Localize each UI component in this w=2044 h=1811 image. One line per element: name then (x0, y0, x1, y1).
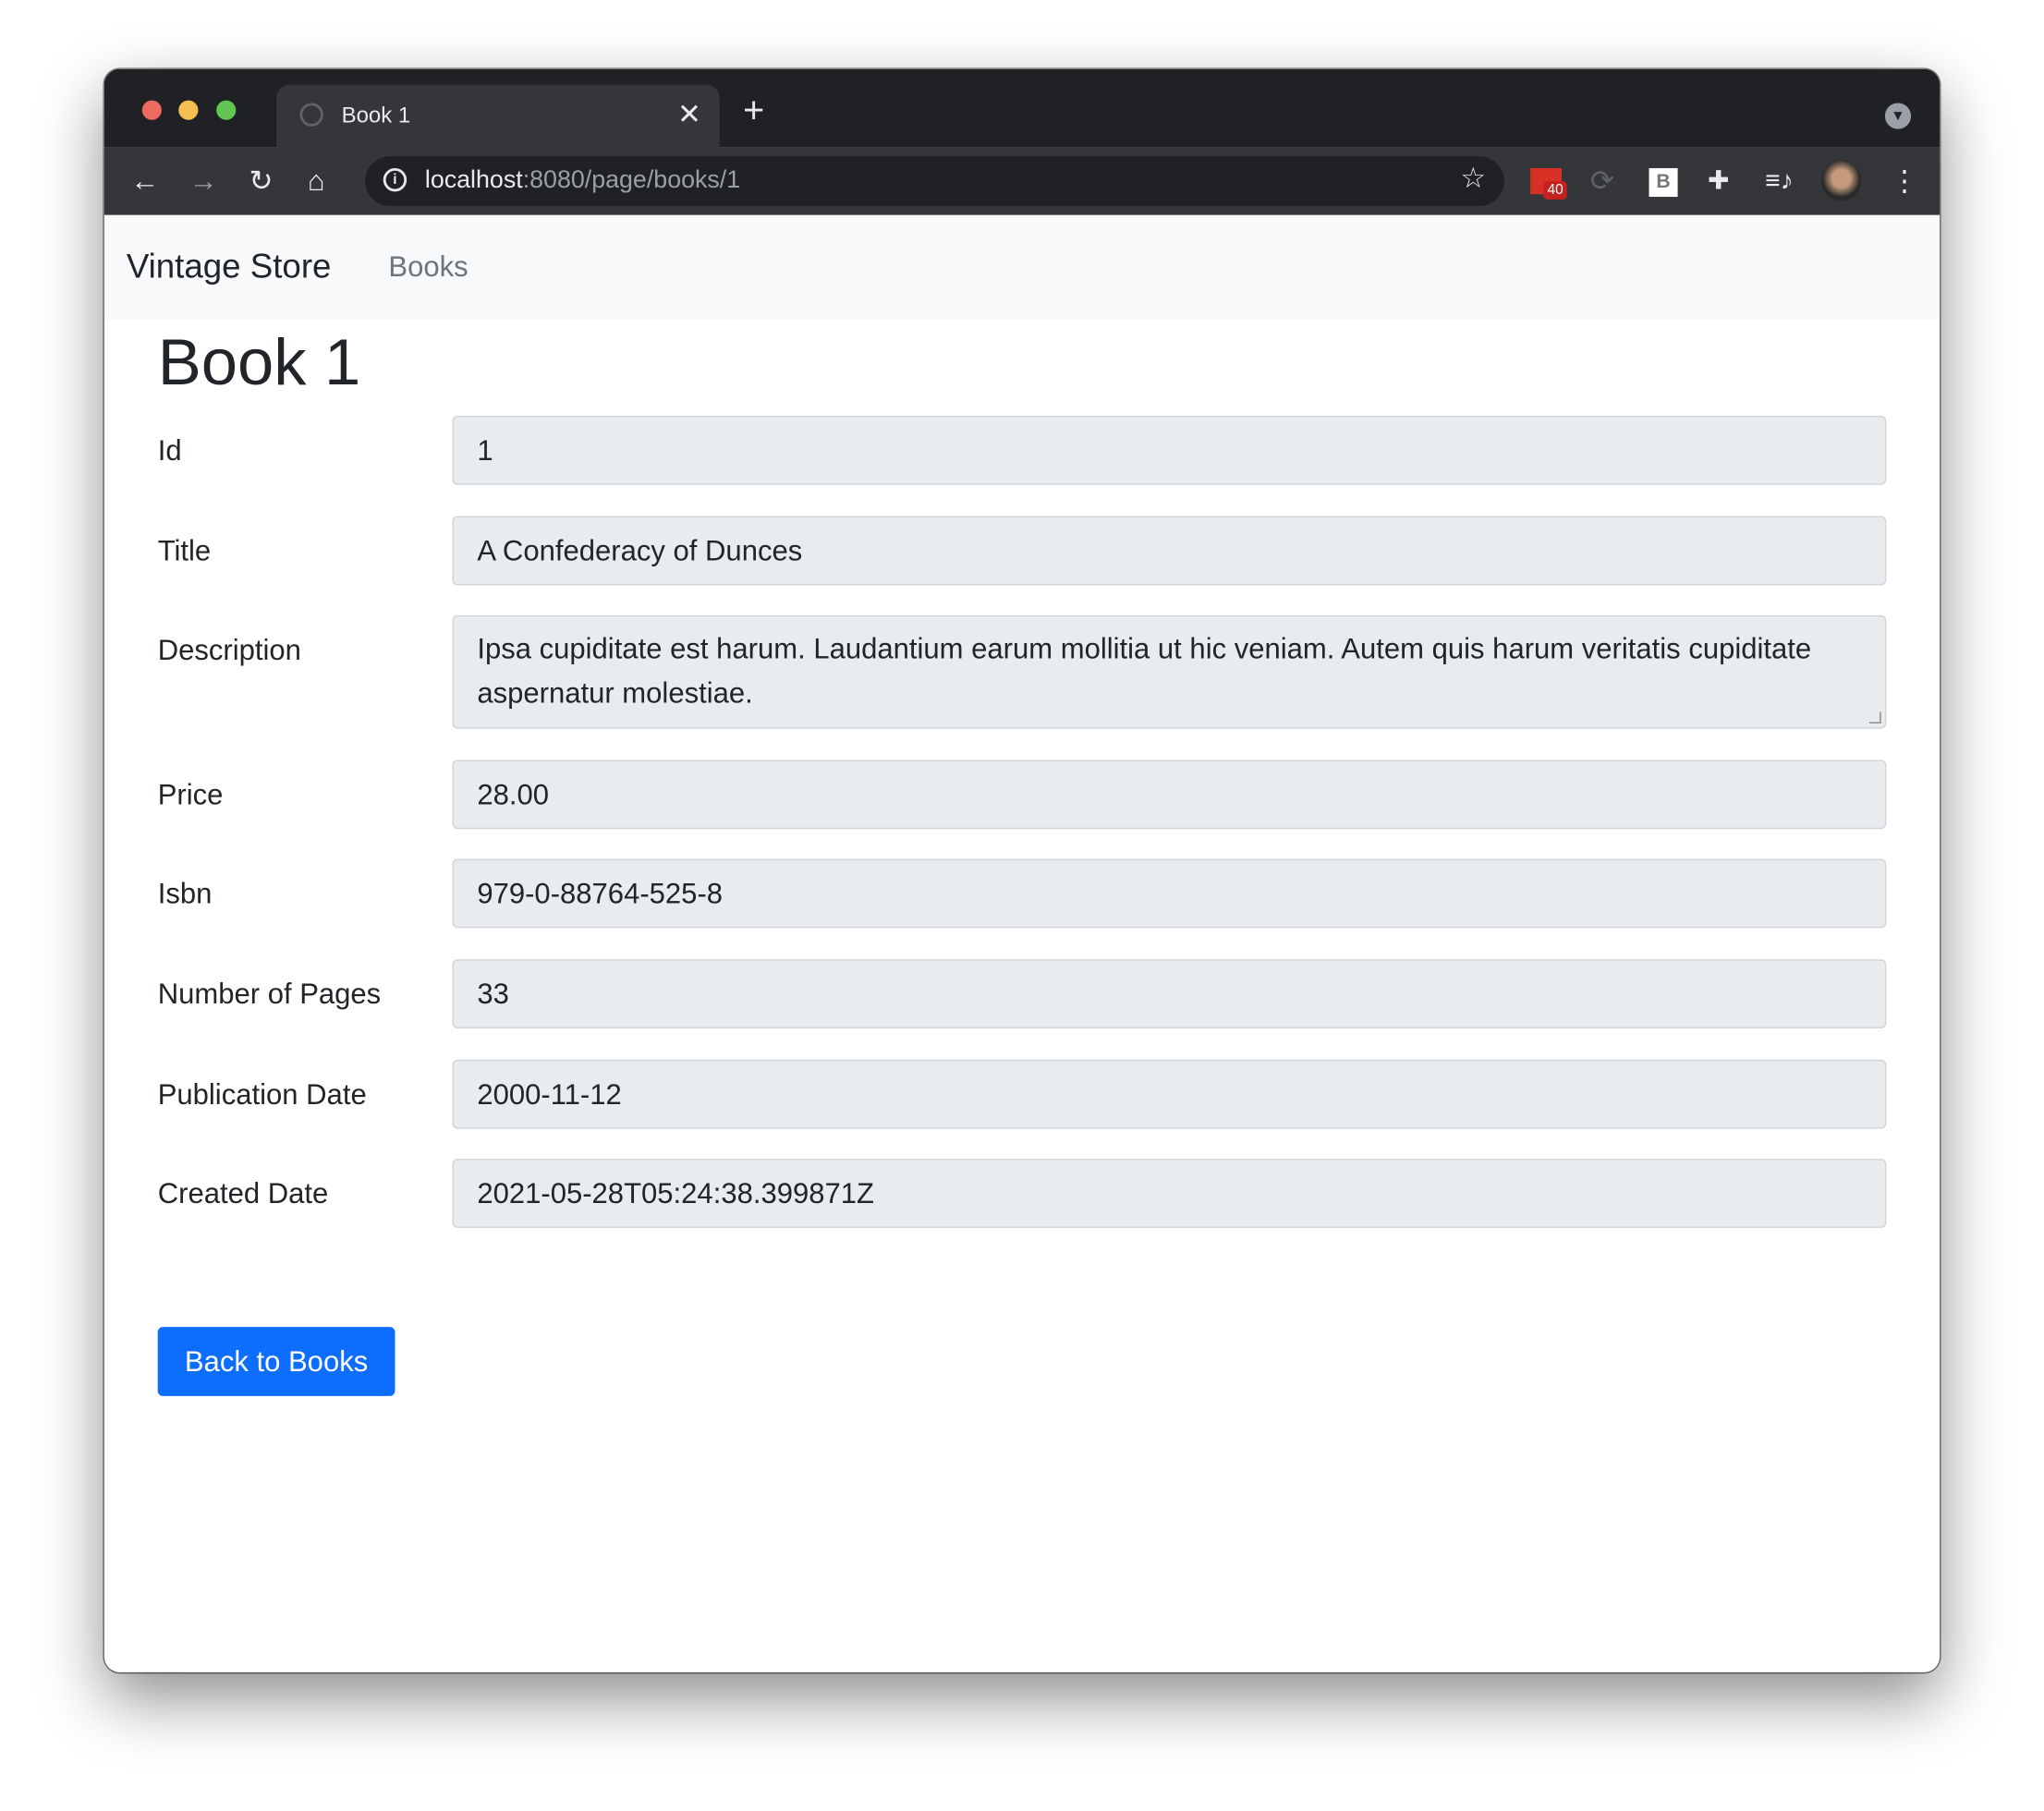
isbn-label: Isbn (157, 877, 213, 910)
address-bar[interactable]: i localhost:8080/page/books/1 ☆ (364, 156, 1504, 206)
url-host: localhost (424, 166, 523, 195)
title-label: Title (157, 534, 212, 567)
tab-title: Book 1 (341, 103, 411, 128)
bookmark-star-icon[interactable]: ☆ (1460, 162, 1486, 196)
publication-date-label: Publication Date (157, 1077, 367, 1111)
browser-window: Book 1 ✕ + ▼ ← → ↻ ⌂ i localhost:8080/pa… (103, 68, 1941, 1672)
resize-handle-icon[interactable] (1868, 711, 1881, 723)
navbar: Vintage Store Books (103, 214, 1941, 320)
description-field[interactable]: Ipsa cupiditate est harum. Laudantium ea… (452, 614, 1887, 729)
back-to-books-button[interactable]: Back to Books (157, 1327, 395, 1396)
new-tab-button[interactable]: + (743, 91, 764, 128)
maximize-window-button[interactable] (216, 100, 237, 120)
description-label: Description (157, 633, 301, 666)
price-label: Price (157, 778, 224, 811)
created-date-field[interactable]: 2021-05-28T05:24:38.399871Z (452, 1159, 1887, 1228)
pages-label: Number of Pages (157, 978, 382, 1011)
more-menu-icon[interactable]: ⋮ (1891, 161, 1919, 202)
publication-date-field[interactable]: 2000-11-12 (452, 1059, 1887, 1129)
page-title: Book 1 (157, 325, 361, 399)
globe-icon (299, 103, 323, 127)
price-field[interactable]: 28.00 (452, 760, 1887, 830)
forward-icon[interactable]: → (189, 161, 218, 202)
minimize-window-button[interactable] (178, 100, 199, 120)
tab-search-icon[interactable]: ▼ (1884, 103, 1912, 129)
tab-bar: Book 1 ✕ + ▼ (103, 68, 1941, 148)
brand-link[interactable]: Vintage Store (127, 247, 332, 287)
puzzle-extensions-icon[interactable]: ✚ (1708, 161, 1730, 202)
b-extension-icon[interactable]: B (1649, 167, 1678, 198)
profile-avatar[interactable] (1820, 160, 1862, 201)
title-field[interactable]: A Confederacy of Dunces (452, 516, 1887, 586)
gmail-badge: 40 (1543, 181, 1568, 200)
sync-extension-icon[interactable]: ⟳ (1590, 161, 1614, 202)
browser-toolbar: ← → ↻ ⌂ i localhost:8080/page/books/1 ☆ … (103, 147, 1941, 215)
isbn-field[interactable]: 979-0-88764-525-8 (452, 858, 1887, 929)
url-path: :8080/page/books/1 (522, 166, 741, 195)
close-tab-icon[interactable]: ✕ (677, 98, 701, 132)
nav-link-books[interactable]: Books (388, 250, 468, 285)
close-window-button[interactable] (141, 100, 162, 120)
id-label: Id (157, 433, 182, 468)
media-playlist-icon[interactable]: ≡♪ (1765, 161, 1794, 202)
info-icon[interactable]: i (383, 167, 408, 192)
description-text: Ipsa cupiditate est harum. Laudantium ea… (477, 632, 1812, 710)
created-date-label: Created Date (157, 1176, 329, 1210)
reload-icon[interactable]: ↻ (249, 161, 273, 202)
gmail-extension-icon[interactable]: 40 (1530, 167, 1568, 200)
tab-book-1[interactable]: Book 1 ✕ (276, 84, 720, 148)
pages-field[interactable]: 33 (452, 959, 1887, 1029)
back-icon[interactable]: ← (130, 161, 159, 202)
home-icon[interactable]: ⌂ (308, 161, 325, 202)
id-field[interactable]: 1 (452, 416, 1887, 485)
